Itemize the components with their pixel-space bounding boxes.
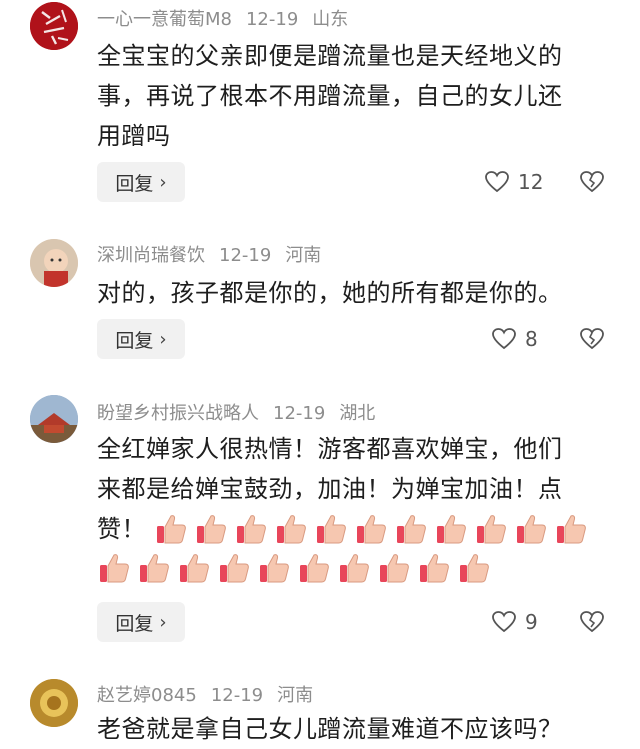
thumbs-up-icon: [420, 554, 449, 583]
like-count: 8: [525, 327, 538, 351]
thumbs-up-icon: [460, 554, 489, 583]
heart-icon: [485, 171, 509, 193]
thumbs-up-icon: [397, 515, 426, 544]
thumbs-up-icon: [260, 554, 289, 583]
avatar[interactable]: [30, 395, 78, 443]
thumbs-up-icon: [100, 554, 129, 583]
thumbs-up-icon: [300, 554, 329, 583]
chevron-right-icon: ›: [159, 328, 167, 350]
comment-date: 12-19: [210, 685, 264, 706]
username[interactable]: 一心一意葡萄M8: [97, 9, 232, 30]
thumbs-up-icon: [317, 515, 346, 544]
thumbs-up-icon: [237, 515, 266, 544]
broken-heart-icon: [580, 611, 604, 633]
comment-location: 湖北: [339, 403, 376, 424]
comment-date: 12-19: [273, 403, 326, 424]
calligraphy-avatar-image: [30, 2, 78, 50]
like-button[interactable]: 8: [491, 327, 538, 351]
thumbs-up-icon: [517, 515, 546, 544]
thumbs-up-emoji-row: [97, 551, 497, 585]
thumbs-up-icon: [357, 515, 386, 544]
thumbs-up-icon: [557, 515, 586, 544]
baby-avatar-image: [30, 239, 78, 287]
like-count: 12: [518, 170, 544, 194]
comment-item: 一心一意葡萄M8 12-19 山东 全宝宝的父亲即便是蹭流量也是天经地义的 事，再说…: [0, 0, 640, 215]
thumbs-up-icon: [180, 554, 209, 583]
broken-heart-icon: [580, 171, 604, 193]
reply-button[interactable]: 回复 ›: [97, 162, 185, 202]
comment-location: 河南: [285, 245, 322, 266]
username[interactable]: 赵艺婷0845: [97, 685, 197, 706]
thumbs-up-icon: [157, 515, 186, 544]
thumbs-up-icon: [197, 515, 226, 544]
heart-icon: [492, 611, 516, 633]
avatar[interactable]: [30, 239, 78, 287]
thumbs-up-icon: [437, 515, 466, 544]
dislike-button[interactable]: [579, 327, 605, 355]
thumbs-up-icon: [380, 554, 409, 583]
thumbs-up-icon: [220, 554, 249, 583]
comment-text: 全宝宝的父亲即便是蹭流量也是天经地义的 事，再说了根本不用蹭流量，自己的女儿还 …: [97, 42, 563, 150]
thumbs-up-emoji-row: [154, 512, 594, 546]
comment-meta: 深圳尚瑞餐饮 12-19 河南: [97, 241, 335, 267]
username[interactable]: 深圳尚瑞餐饮: [97, 245, 205, 266]
comment-item: 赵艺婷0845 12-19 河南 老爸就是拿自己女儿蹭流量难道不应该吗？: [0, 665, 640, 743]
golden-avatar-image: [30, 679, 78, 727]
broken-heart-icon: [580, 328, 604, 350]
comment-text: 对的，孩子都是你的，她的所有都是你的。: [97, 279, 563, 307]
reply-button[interactable]: 回复 ›: [97, 602, 185, 642]
reply-button[interactable]: 回复 ›: [97, 319, 185, 359]
comment-meta: 盼望乡村振兴战略人 12-19 湖北: [97, 399, 389, 425]
heart-icon: [492, 328, 516, 350]
comment-location: 河南: [277, 685, 314, 706]
avatar[interactable]: [30, 679, 78, 727]
comment-text: 老爸就是拿自己女儿蹭流量难道不应该吗？: [97, 715, 563, 743]
thumbs-up-icon: [477, 515, 506, 544]
landscape-avatar-image: [30, 395, 78, 443]
thumbs-up-icon: [340, 554, 369, 583]
comment-meta: 赵艺婷0845 12-19 河南: [97, 681, 327, 707]
comment-meta: 一心一意葡萄M8 12-19 山东: [97, 5, 362, 31]
thumbs-up-icon: [277, 515, 306, 544]
like-count: 9: [525, 610, 538, 634]
comment-date: 12-19: [245, 9, 299, 30]
like-button[interactable]: 12: [484, 170, 543, 194]
username[interactable]: 盼望乡村振兴战略人: [97, 403, 259, 424]
comment-item: 盼望乡村振兴战略人 12-19 湖北 全红婵家人很热情！游客都喜欢婵宝，他们 来都是…: [0, 375, 640, 665]
chevron-right-icon: ›: [159, 171, 167, 193]
chevron-right-icon: ›: [159, 611, 167, 633]
dislike-button[interactable]: [579, 170, 605, 198]
like-button[interactable]: 9: [491, 610, 538, 634]
comment-date: 12-19: [219, 245, 272, 266]
comment-item: 深圳尚瑞餐饮 12-19 河南 对的，孩子都是你的，她的所有都是你的。 回复 › 8: [0, 215, 640, 375]
comment-text: 全红婵家人很热情！游客都喜欢婵宝，他们 来都是给婵宝鼓劲，加油！为婵宝加油！点 …: [97, 429, 607, 549]
thumbs-up-icon: [140, 554, 169, 583]
avatar[interactable]: [30, 2, 78, 50]
comment-location: 山东: [312, 9, 349, 30]
dislike-button[interactable]: [579, 610, 605, 638]
